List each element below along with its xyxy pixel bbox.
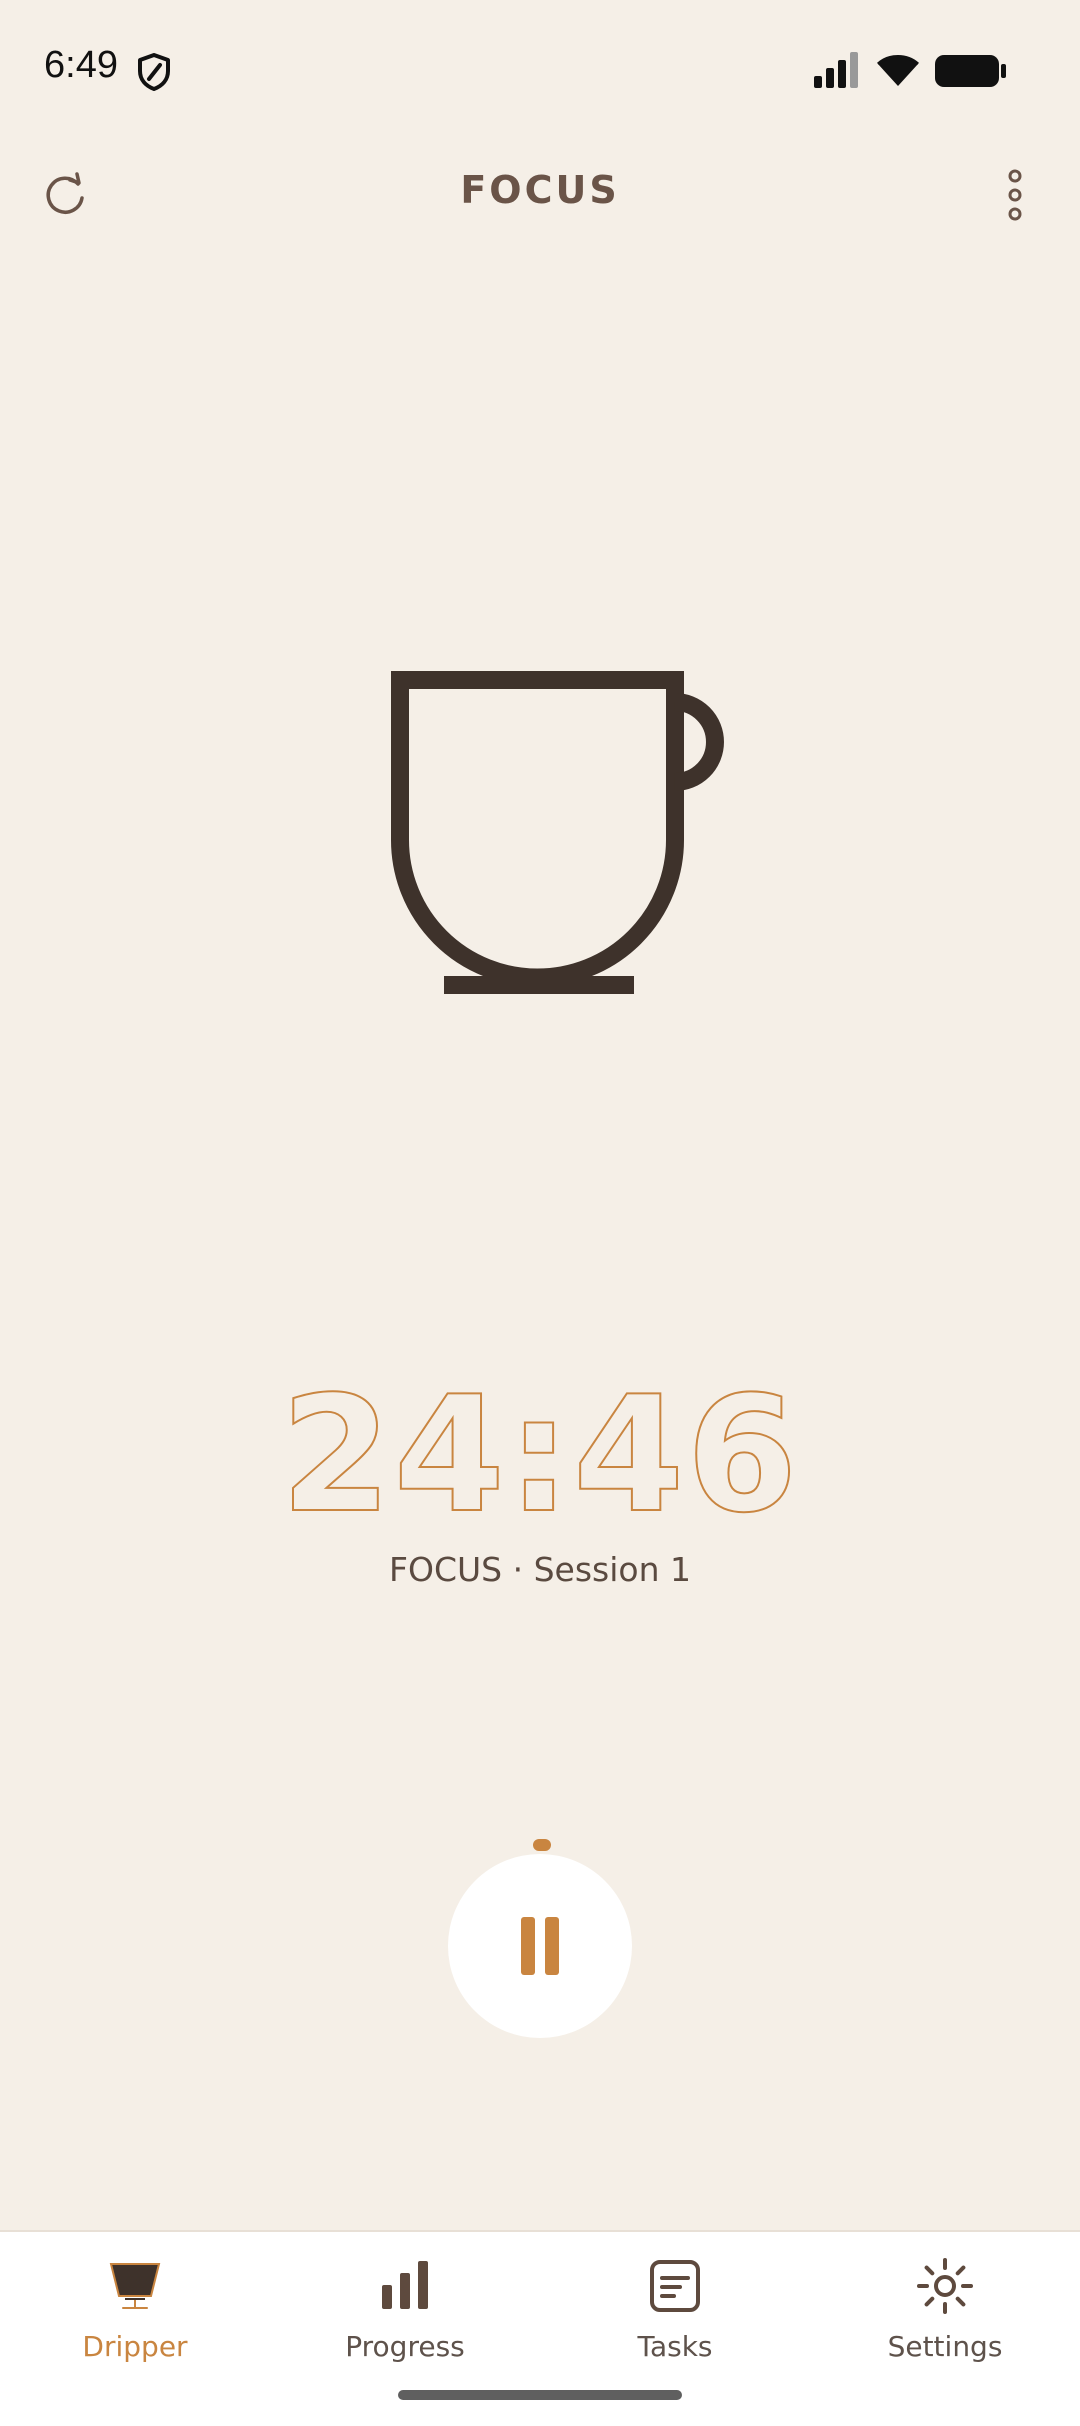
pause-icon (516, 1917, 564, 1975)
status-time: 6:49 (44, 44, 118, 86)
more-options-button[interactable] (970, 150, 1060, 240)
nav-label-dripper: Dripper (82, 2330, 188, 2363)
pause-button[interactable] (448, 1854, 632, 2038)
cellular-signal-icon (814, 52, 858, 88)
nav-label-progress: Progress (345, 2330, 465, 2363)
nav-item-progress[interactable]: Progress (270, 2254, 540, 2374)
top-app-bar: FOCUS (0, 150, 1080, 240)
sun-icon (917, 2258, 973, 2314)
more-vertical-icon (1008, 169, 1022, 221)
session-label: FOCUS · Session 1 (389, 1550, 691, 1589)
tasks-icon (650, 2260, 700, 2312)
bar-chart-icon (382, 2261, 428, 2309)
nav-label-settings: Settings (887, 2330, 1003, 2363)
status-bar: 6:49 (0, 0, 1080, 140)
shield-icon (138, 53, 170, 91)
page-title: FOCUS (460, 168, 620, 212)
dripper-icon (109, 2263, 161, 2309)
timer-text: 24:46 (280, 1370, 799, 1540)
nav-item-settings[interactable]: Settings (810, 2254, 1080, 2374)
coffee-cup-icon (391, 671, 724, 994)
home-indicator[interactable] (398, 2390, 682, 2400)
battery-icon (935, 55, 1006, 87)
progress-indicator-dot (533, 1839, 551, 1851)
wifi-icon (876, 55, 920, 86)
bottom-navigation: Dripper Progress Tasks Settings (0, 2230, 1080, 2426)
timer-display: 24:46 (279, 1370, 799, 1540)
nav-label-tasks: Tasks (637, 2330, 713, 2363)
nav-item-dripper[interactable]: Dripper (0, 2254, 270, 2374)
nav-item-tasks[interactable]: Tasks (540, 2254, 810, 2374)
